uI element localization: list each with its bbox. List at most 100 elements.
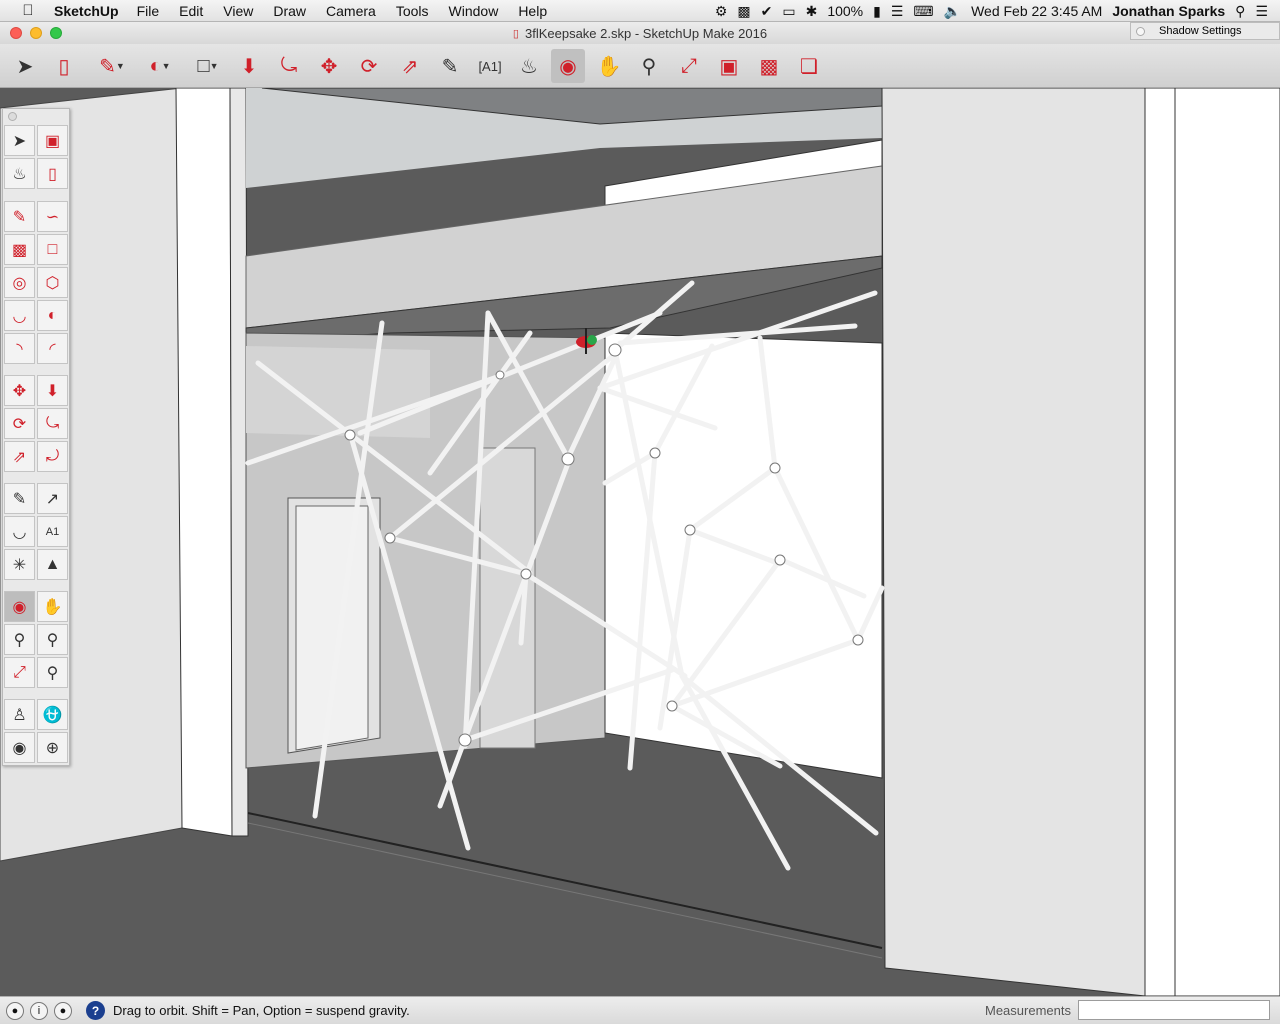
palette-close-icon[interactable]: [8, 112, 17, 121]
shadow-settings-panel[interactable]: Shadow Settings: [1130, 22, 1280, 40]
two-point-arc-icon[interactable]: ◐: [37, 300, 68, 331]
credits-icon[interactable]: i: [30, 1001, 48, 1020]
pie-icon[interactable]: ◜: [37, 333, 68, 364]
user-account-icon[interactable]: ●: [54, 1001, 72, 1020]
move-tool-icon[interactable]: ✥: [312, 49, 346, 83]
zoom-window-icon[interactable]: ⚲: [37, 624, 68, 655]
extension-warehouse-icon[interactable]: ▩: [752, 49, 786, 83]
left-wall-jamb: [229, 88, 249, 837]
rotate-icon[interactable]: ⟳: [4, 408, 35, 439]
large-tool-set-palette: ➤ ▣ ♨ ▯ ✎ ∽ ▩ □ ◎ ⬡ ◡ ◐ ◝ ◜ ✥ ⬇ ⟳ ⤿ ⇗ ⤾ …: [2, 108, 70, 766]
shadow-panel-close-icon[interactable]: [1136, 26, 1145, 36]
zoom-tool-icon[interactable]: ⚲: [632, 49, 666, 83]
model-viewport[interactable]: [0, 88, 1280, 996]
look-around-icon[interactable]: ◉: [4, 732, 35, 763]
app-menu[interactable]: SketchUp: [54, 3, 119, 19]
eraser-tool-icon[interactable]: ▯: [47, 49, 81, 83]
orbit-icon[interactable]: ◉: [4, 591, 35, 622]
minimize-button[interactable]: [30, 27, 42, 39]
left-wall-end: [175, 88, 233, 837]
freehand-icon[interactable]: ∽: [37, 201, 68, 232]
arc-icon[interactable]: ◡: [4, 300, 35, 331]
rotated-rectangle-icon[interactable]: □: [37, 234, 68, 265]
status-bar: ● i ● ? Drag to orbit. Shift = Pan, Opti…: [0, 996, 1280, 1024]
walk-icon[interactable]: ⛎: [37, 699, 68, 730]
wifi-icon[interactable]: ☰: [891, 3, 904, 20]
menu-file[interactable]: File: [137, 3, 160, 19]
follow-me-tool-icon[interactable]: ⤿: [272, 49, 306, 83]
window-title: 3flKeepsake 2.skp - SketchUp Make 2016: [524, 25, 768, 41]
measurements-input[interactable]: [1078, 1000, 1270, 1020]
menu-help[interactable]: Help: [518, 3, 547, 19]
position-camera-icon[interactable]: ♙: [4, 699, 35, 730]
pencil-tool-icon[interactable]: ✎ ▼: [92, 49, 132, 83]
rectangle-tool-icon[interactable]: □ ▼: [188, 49, 228, 83]
arc-tool-icon[interactable]: ◐ ▼: [140, 49, 180, 83]
tape-measure-tool-icon[interactable]: ✎: [433, 49, 467, 83]
text-tool-icon[interactable]: [A1]: [473, 49, 507, 83]
zoom-button[interactable]: [50, 27, 62, 39]
orbit-tool-icon[interactable]: ◉: [551, 49, 585, 83]
paint-bucket-icon[interactable]: ♨: [4, 158, 35, 189]
rectangle-icon[interactable]: ▩: [4, 234, 35, 265]
menu-camera[interactable]: Camera: [326, 3, 376, 19]
pan-icon[interactable]: ✋: [37, 591, 68, 622]
line-icon[interactable]: ✎: [4, 201, 35, 232]
menu-edit[interactable]: Edit: [179, 3, 203, 19]
axes-icon[interactable]: ✳: [4, 549, 35, 580]
checkmark-status-icon[interactable]: ✔: [761, 3, 773, 20]
menu-draw[interactable]: Draw: [273, 3, 306, 19]
circle-icon[interactable]: ◎: [4, 267, 35, 298]
battery-icon[interactable]: ▮: [873, 3, 881, 20]
scale-tool-icon[interactable]: ⇗: [393, 49, 427, 83]
battery-percent[interactable]: 100%: [827, 3, 863, 19]
display-icon[interactable]: ▩: [737, 3, 750, 20]
offset-icon[interactable]: ⤾: [37, 441, 68, 472]
close-button[interactable]: [10, 27, 22, 39]
push-pull-tool-icon[interactable]: ⬇: [232, 49, 266, 83]
user-name[interactable]: Jonathan Sparks: [1112, 3, 1225, 19]
protractor-icon[interactable]: ◡: [4, 516, 35, 547]
clock[interactable]: Wed Feb 22 3:45 AM: [971, 3, 1102, 19]
measurements-label: Measurements: [985, 1003, 1071, 1018]
geo-location-icon[interactable]: ●: [6, 1001, 24, 1020]
component-icon[interactable]: ▣: [37, 125, 68, 156]
3d-text-icon[interactable]: ▲: [37, 549, 68, 580]
search-icon[interactable]: ⚲: [1235, 3, 1245, 20]
right-wall-end: [1144, 88, 1176, 996]
three-point-arc-icon[interactable]: ◝: [4, 333, 35, 364]
volume-icon[interactable]: 🔈: [944, 3, 961, 20]
follow-me-icon[interactable]: ⤿: [37, 408, 68, 439]
zoom-extents-icon[interactable]: ⤢: [4, 657, 35, 688]
paint-bucket-tool-icon[interactable]: ♨: [512, 49, 546, 83]
menu-tools[interactable]: Tools: [396, 3, 429, 19]
eraser-icon[interactable]: ▯: [37, 158, 68, 189]
push-pull-icon[interactable]: ⬇: [37, 375, 68, 406]
input-source-icon[interactable]: ⌨: [913, 3, 933, 20]
pan-tool-icon[interactable]: ✋: [592, 49, 626, 83]
apple-icon[interactable]: : [14, 2, 42, 19]
menu-view[interactable]: View: [223, 3, 253, 19]
tape-measure-icon[interactable]: ✎: [4, 483, 35, 514]
layout-icon[interactable]: ❏: [792, 49, 826, 83]
polygon-icon[interactable]: ⬡: [37, 267, 68, 298]
move-icon[interactable]: ✥: [4, 375, 35, 406]
dimension-icon[interactable]: ↗: [37, 483, 68, 514]
help-icon[interactable]: ?: [86, 1001, 105, 1020]
airplay-icon[interactable]: ▭: [782, 3, 795, 20]
bluetooth-icon[interactable]: ✱: [806, 3, 818, 20]
3d-warehouse-icon[interactable]: ▣: [712, 49, 746, 83]
notification-center-icon[interactable]: ☰: [1255, 3, 1268, 20]
rotate-tool-icon[interactable]: ⟳: [352, 49, 386, 83]
scale-icon[interactable]: ⇗: [4, 441, 35, 472]
text-icon[interactable]: A1: [37, 516, 68, 547]
select-tool-icon[interactable]: ➤: [8, 49, 42, 83]
previous-view-icon[interactable]: ⚲: [37, 657, 68, 688]
zoom-icon[interactable]: ⚲: [4, 624, 35, 655]
menu-window[interactable]: Window: [449, 3, 499, 19]
section-plane-icon[interactable]: ⊕: [37, 732, 68, 763]
menu-bar:  SketchUp File Edit View Draw Camera To…: [0, 0, 1280, 22]
gear-status-icon[interactable]: ⚙: [715, 3, 728, 20]
zoom-extents-tool-icon[interactable]: ⤢: [672, 49, 706, 83]
select-icon[interactable]: ➤: [4, 125, 35, 156]
